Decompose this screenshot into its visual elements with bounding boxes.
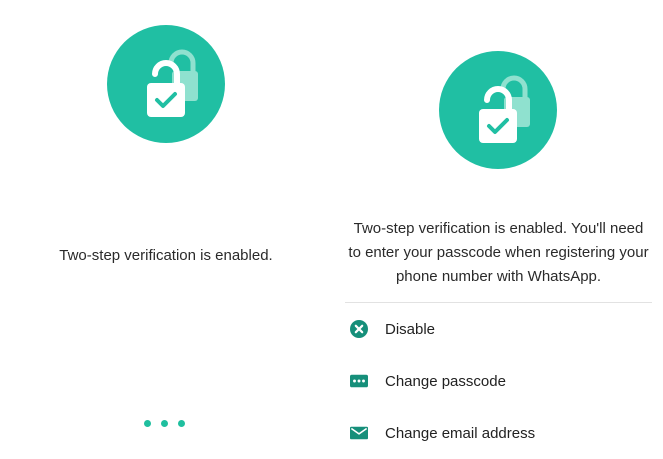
- left-screen: Two-step verification is enabled.: [0, 0, 332, 432]
- loading-dot: [161, 420, 168, 427]
- status-text: Two-step verification is enabled. You'll…: [348, 220, 649, 285]
- email-icon: [350, 424, 368, 442]
- change-email-label: Change email address: [385, 424, 536, 442]
- lock-check-icon: [107, 25, 225, 143]
- status-text: Two-step verification is enabled.: [59, 247, 273, 264]
- change-email-option[interactable]: Change email address: [332, 407, 663, 459]
- change-passcode-label: Change passcode: [385, 372, 506, 390]
- disable-label: Disable: [385, 320, 436, 338]
- right-screen: Two-step verification is enabled. You'll…: [332, 0, 663, 442]
- loading-dot: [178, 420, 185, 427]
- lock-badge-graphic: [439, 51, 557, 169]
- close-circle-icon: [350, 320, 368, 338]
- loading-dot: [144, 420, 151, 427]
- change-passcode-option[interactable]: Change passcode: [332, 355, 663, 407]
- disable-option[interactable]: Disable: [332, 303, 663, 355]
- loading-dots: [144, 420, 185, 427]
- passcode-icon: [350, 372, 368, 390]
- lock-badge-graphic: [107, 25, 225, 143]
- lock-check-icon: [439, 51, 557, 169]
